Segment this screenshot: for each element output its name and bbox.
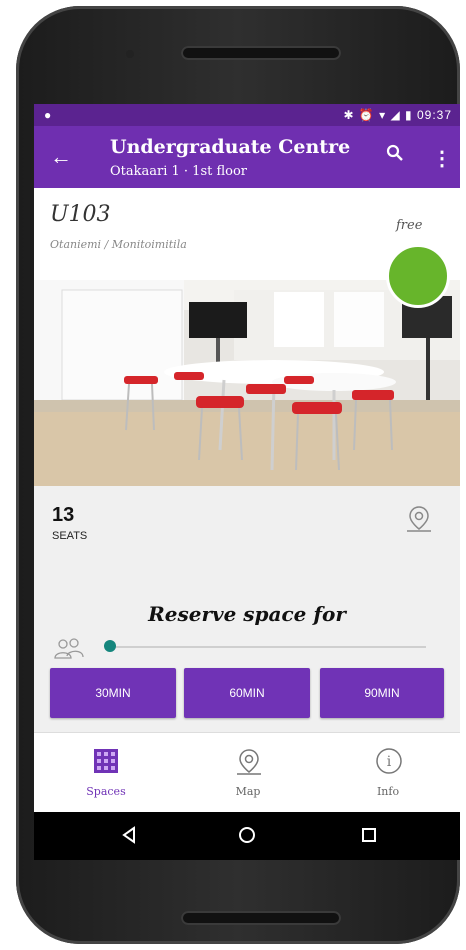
room-location: Otaniemi / Monitoimitila (50, 238, 187, 251)
seat-count: 13 (52, 504, 75, 526)
page-title: Undergraduate Centre (110, 136, 351, 158)
duration-slider-track[interactable] (110, 646, 426, 648)
duration-buttons: 30MIN 60MIN 90MIN (34, 668, 460, 724)
nav-recents-icon[interactable] (360, 826, 378, 849)
system-nav-bar (34, 812, 460, 860)
nav-back-icon[interactable] (120, 826, 138, 849)
seat-label: SEATS (52, 530, 88, 542)
more-vert-icon[interactable]: ⋮ (432, 146, 452, 171)
30min-button[interactable]: 30MIN (50, 668, 176, 718)
search-icon[interactable] (386, 144, 404, 167)
notification-icon: ● (44, 108, 52, 122)
nav-home-icon[interactable] (238, 826, 256, 849)
page-subtitle: Otakaari 1 · 1st floor (110, 164, 248, 179)
top-speaker (181, 46, 341, 60)
status-icons: ✱ ⏰ ▾ ◢ ▮ (343, 108, 413, 122)
seats-panel: 13 SEATS (34, 486, 460, 566)
nav-label-spaces: Spaces (86, 785, 126, 798)
app-screen: ● ✱ ⏰ ▾ ◢ ▮ 09:37 ← Undergraduate Centre… (34, 104, 460, 860)
availability-indicator (386, 244, 450, 308)
availability-label: free (396, 218, 423, 233)
duration-slider-handle[interactable] (104, 640, 116, 652)
90min-button[interactable]: 90MIN (320, 668, 444, 718)
info-icon: i (374, 747, 404, 782)
reserve-panel: Reserve space for 30MIN 60MIN 90MIN (34, 566, 460, 756)
people-icon (52, 636, 86, 665)
map-pin-icon (234, 747, 264, 782)
front-camera (126, 50, 134, 58)
app-bar: ← Undergraduate Centre Otakaari 1 · 1st … (34, 126, 460, 188)
back-arrow-icon[interactable]: ← (50, 144, 72, 170)
bottom-nav: Spaces Map i Info (34, 732, 460, 813)
60min-button[interactable]: 60MIN (184, 668, 310, 718)
nav-item-info[interactable]: i Info (338, 733, 438, 813)
room-photo (34, 280, 460, 486)
spaces-grid-icon (92, 747, 120, 780)
nav-label-info: Info (376, 785, 400, 798)
nav-item-map[interactable]: Map (198, 733, 298, 813)
clock: 09:37 (416, 108, 452, 122)
nav-item-spaces[interactable]: Spaces (56, 733, 156, 813)
nav-label-map: Map (235, 785, 261, 798)
location-pin-icon[interactable] (404, 504, 434, 539)
status-bar: ● ✱ ⏰ ▾ ◢ ▮ 09:37 (34, 104, 460, 126)
bottom-speaker (181, 911, 341, 925)
reserve-heading: Reserve space for (148, 602, 346, 626)
room-code: U103 (50, 202, 111, 227)
svg-text:i: i (387, 754, 392, 770)
